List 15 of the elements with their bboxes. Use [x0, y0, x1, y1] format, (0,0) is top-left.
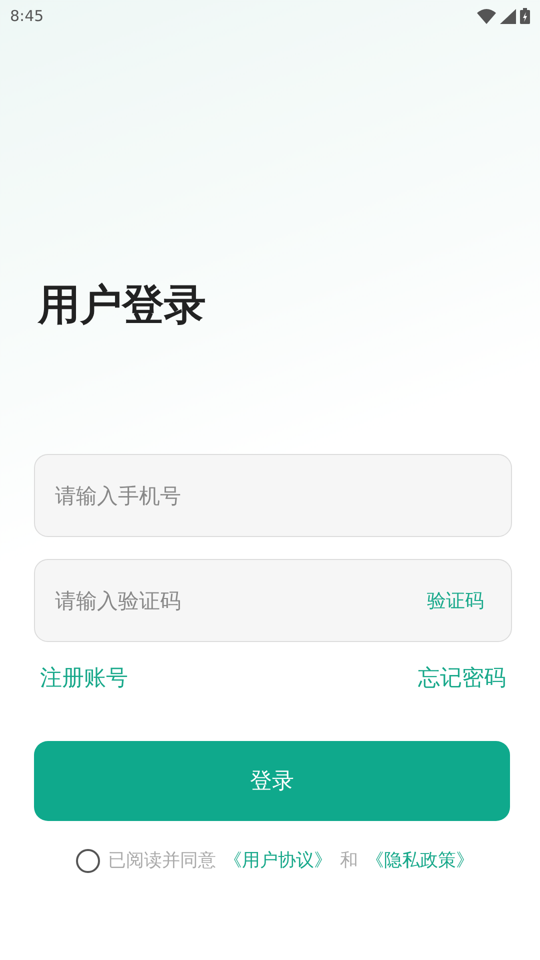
- page-title: 用户登录: [38, 280, 207, 330]
- signal-icon: [500, 8, 516, 24]
- forgot-password-link[interactable]: 忘记密码: [418, 662, 506, 696]
- battery-icon: [520, 8, 530, 24]
- privacy-policy-link[interactable]: 《隐私政策》: [366, 847, 474, 874]
- wifi-icon: [477, 8, 496, 24]
- agreement-text: 已阅读并同意: [108, 849, 216, 874]
- phone-field[interactable]: 请输入手机号: [34, 454, 512, 538]
- login-button[interactable]: 登录: [34, 741, 510, 822]
- status-time: 8:45: [10, 6, 44, 27]
- user-agreement-link[interactable]: 《用户协议》: [224, 847, 332, 874]
- get-code-button[interactable]: 验证码: [419, 586, 492, 616]
- agreement-text: 和: [340, 849, 358, 874]
- register-link[interactable]: 注册账号: [40, 662, 128, 696]
- agree-checkbox[interactable]: [76, 848, 100, 873]
